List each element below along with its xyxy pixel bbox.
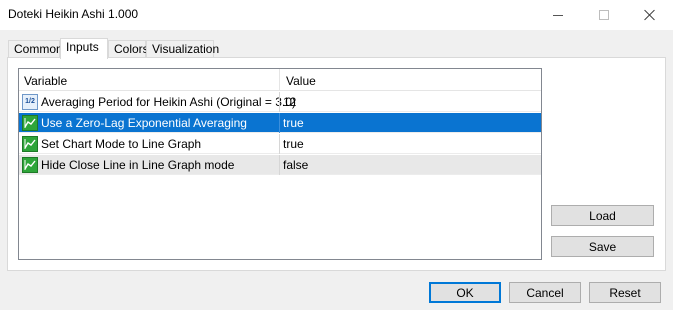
table-row[interactable]: Use a Zero-Lag Exponential Averaging tru…: [19, 113, 541, 133]
title-bar: Doteki Heikin Ashi 1.000: [0, 0, 673, 30]
variable-value[interactable]: true: [283, 137, 304, 151]
green-chart-icon: [22, 136, 38, 152]
close-button[interactable]: [627, 0, 673, 30]
tab-visualization[interactable]: Visualization: [146, 40, 219, 58]
maximize-icon: [599, 10, 609, 20]
variable-name: Use a Zero-Lag Exponential Averaging: [41, 116, 247, 130]
variable-name: Set Chart Mode to Line Graph: [41, 137, 202, 151]
table-row[interactable]: Hide Close Line in Line Graph mode false: [19, 155, 541, 175]
variable-value[interactable]: 12: [283, 95, 296, 109]
variable-name: Hide Close Line in Line Graph mode: [41, 158, 235, 172]
load-button[interactable]: Load: [551, 205, 654, 226]
chart-glyph-icon: [24, 118, 36, 128]
tab-inputs[interactable]: Inputs: [60, 38, 108, 59]
fraction-icon: 1/2: [22, 94, 38, 110]
chart-glyph-icon: [24, 160, 36, 170]
minimize-button[interactable]: [535, 0, 581, 30]
column-divider[interactable]: [279, 69, 280, 91]
column-header-variable[interactable]: Variable: [24, 74, 67, 88]
cell-divider: [279, 92, 280, 112]
green-chart-icon: [22, 115, 38, 131]
table-row[interactable]: Set Chart Mode to Line Graph true: [19, 134, 541, 154]
minimize-icon: [553, 14, 563, 16]
reset-button[interactable]: Reset: [589, 282, 661, 303]
variable-value[interactable]: false: [283, 158, 308, 172]
save-button[interactable]: Save: [551, 236, 654, 257]
cancel-button[interactable]: Cancel: [509, 282, 581, 303]
tab-common[interactable]: Common: [8, 40, 63, 58]
column-header-value[interactable]: Value: [286, 74, 316, 88]
inputs-table: Variable Value 1/2 Averaging Period for …: [18, 68, 542, 260]
chart-glyph-icon: [24, 139, 36, 149]
variable-value[interactable]: true: [283, 116, 304, 130]
maximize-button: [581, 0, 627, 30]
cell-divider: [279, 113, 280, 133]
cell-divider: [279, 155, 280, 175]
ok-button[interactable]: OK: [429, 282, 501, 303]
tab-colors[interactable]: Colors: [108, 40, 149, 58]
dialog-window: Doteki Heikin Ashi 1.000 Common Inputs C…: [0, 0, 673, 310]
cell-divider: [279, 134, 280, 154]
table-row[interactable]: 1/2 Averaging Period for Heikin Ashi (Or…: [19, 92, 541, 112]
window-title: Doteki Heikin Ashi 1.000: [8, 7, 139, 21]
table-header: Variable Value: [19, 69, 541, 91]
variable-name: Averaging Period for Heikin Ashi (Origin…: [41, 95, 296, 109]
close-icon: [644, 9, 656, 21]
green-chart-icon: [22, 157, 38, 173]
